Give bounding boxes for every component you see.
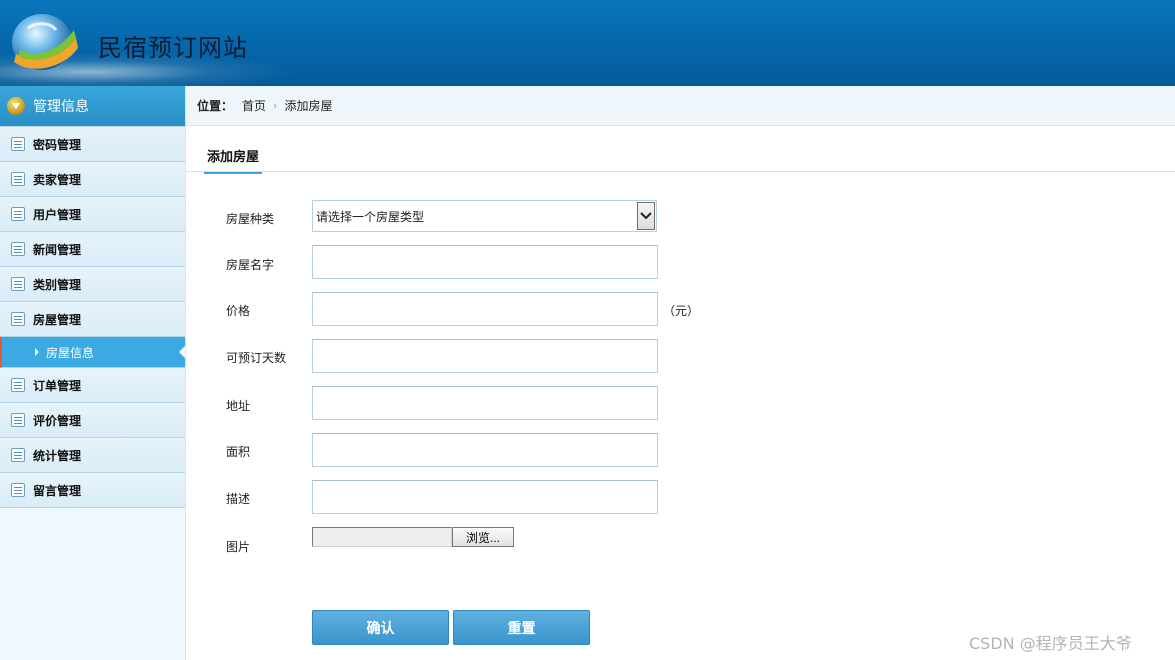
globe-logo-icon (12, 14, 78, 70)
list-icon (11, 378, 25, 392)
list-icon (11, 137, 25, 151)
house-name-input[interactable] (312, 245, 658, 279)
sidebar-item-label: 房屋管理 (33, 312, 82, 327)
sidebar: 管理信息 密码管理 卖家管理 用户管理 新闻管理 类别管理 房屋管理 房屋信息 … (0, 86, 186, 660)
description-input[interactable] (312, 480, 658, 514)
tab-add-house[interactable]: 添加房屋 (204, 146, 263, 174)
sidebar-item-password[interactable]: 密码管理 (0, 127, 185, 162)
sidebar-subitem-house-info[interactable]: 房屋信息 (0, 337, 185, 368)
house-type-label: 房屋种类 (226, 212, 275, 226)
sidebar-section-title: 管理信息 (33, 99, 89, 115)
sidebar-item-statistics[interactable]: 统计管理 (0, 438, 185, 473)
list-icon (11, 277, 25, 291)
house-type-select[interactable]: 请选择一个房屋类型 (312, 200, 657, 232)
list-icon (11, 207, 25, 221)
breadcrumb: 位置： 首页 › 添加房屋 (186, 86, 1175, 126)
chevron-down-icon[interactable] (637, 202, 655, 230)
sidebar-item-users[interactable]: 用户管理 (0, 197, 185, 232)
sidebar-item-seller[interactable]: 卖家管理 (0, 162, 185, 197)
sidebar-item-reviews[interactable]: 评价管理 (0, 403, 185, 438)
collapse-toggle-icon[interactable] (7, 97, 25, 115)
sidebar-item-label: 卖家管理 (33, 172, 82, 187)
sidebar-section-header[interactable]: 管理信息 (0, 86, 185, 127)
house-type-selected-value: 请选择一个房屋类型 (316, 209, 425, 224)
list-icon (11, 448, 25, 462)
tab-divider (186, 171, 1175, 172)
browse-button[interactable]: 浏览... (452, 527, 514, 547)
list-icon (11, 483, 25, 497)
sidebar-item-label: 密码管理 (33, 137, 82, 152)
bookable-days-label: 可预订天数 (226, 351, 287, 365)
house-name-label: 房屋名字 (226, 258, 275, 272)
list-icon (11, 413, 25, 427)
breadcrumb-label: 位置： (197, 99, 234, 113)
sidebar-item-label: 留言管理 (33, 483, 82, 498)
sidebar-item-label: 订单管理 (33, 378, 82, 393)
list-icon (11, 172, 25, 186)
active-indicator (179, 346, 185, 358)
sidebar-item-label: 评价管理 (33, 413, 82, 428)
image-file-path-field[interactable] (312, 527, 452, 547)
sidebar-item-messages[interactable]: 留言管理 (0, 473, 185, 508)
area-input[interactable] (312, 433, 658, 467)
sidebar-item-category[interactable]: 类别管理 (0, 267, 185, 302)
breadcrumb-home-link[interactable]: 首页 (242, 97, 266, 114)
site-title: 民宿预订网站 (98, 34, 248, 62)
sidebar-item-label: 新闻管理 (33, 242, 82, 257)
address-label: 地址 (226, 399, 251, 413)
price-input[interactable] (312, 292, 658, 326)
chevron-right-icon: › (273, 99, 278, 112)
site-header: 民宿预订网站 (0, 0, 1175, 86)
area-label: 面积 (226, 445, 251, 459)
watermark-text: CSDN @程序员王大爷 (969, 634, 1132, 653)
price-label: 价格 (226, 304, 251, 318)
sidebar-item-label: 类别管理 (33, 277, 82, 292)
list-icon (11, 242, 25, 256)
sidebar-item-house[interactable]: 房屋管理 (0, 302, 185, 337)
list-icon (11, 312, 25, 326)
confirm-button[interactable]: 确认 (312, 610, 449, 645)
sidebar-item-label: 统计管理 (33, 448, 82, 463)
breadcrumb-current: 添加房屋 (284, 99, 333, 113)
image-label: 图片 (226, 540, 251, 554)
sidebar-subitem-label: 房屋信息 (46, 345, 95, 360)
description-label: 描述 (226, 492, 251, 506)
address-input[interactable] (312, 386, 658, 420)
sidebar-item-label: 用户管理 (33, 207, 82, 222)
price-unit: （元） (663, 304, 700, 318)
sidebar-item-orders[interactable]: 订单管理 (0, 368, 185, 403)
reset-button[interactable]: 重置 (453, 610, 590, 645)
bookable-days-input[interactable] (312, 339, 658, 373)
caret-right-icon (35, 348, 39, 356)
sidebar-item-news[interactable]: 新闻管理 (0, 232, 185, 267)
